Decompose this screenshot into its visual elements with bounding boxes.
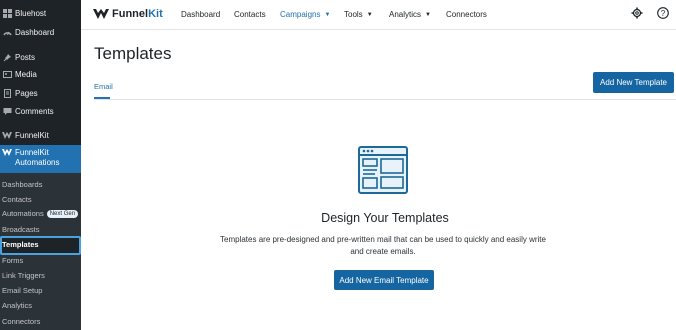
sidebar-active-line1: FunnelKit [15,148,49,157]
empty-state-title: Design Your Templates [321,211,449,225]
sidebar-active-label: FunnelKit Automations [2,148,59,168]
nav-label: Contacts [234,10,266,19]
nav-label: Connectors [446,10,487,19]
sidebar-item-posts[interactable]: Posts [0,49,81,65]
top-navigation: Funnel Kit Dashboard Contacts Campaigns ▼… [81,0,676,30]
gear-icon[interactable] [630,6,644,20]
sidebar-item-media[interactable]: Media [0,66,81,82]
funnelkit-logo[interactable]: Funnel Kit [93,8,163,20]
submenu-item-contacts[interactable]: Contacts [2,195,32,204]
sidebar-item-label: Posts [15,52,36,62]
funnelkit-icon [2,130,12,140]
submenu-label: Contacts [2,195,32,204]
bluehost-icon [2,8,12,18]
nav-analytics[interactable]: Analytics ▼ [389,10,431,19]
nav-label: Tools [344,10,363,19]
submenu-label: Email Setup [2,286,43,295]
add-new-email-template-button[interactable]: Add New Email Template [334,270,434,290]
submenu-item-link-triggers[interactable]: Link Triggers [2,271,45,280]
add-new-template-button[interactable]: Add New Template [593,72,674,93]
submenu-item-connectors[interactable]: Connectors [2,317,40,326]
sidebar-item-bluehost[interactable]: Bluehost [0,5,81,21]
submenu-item-forms[interactable]: Forms [2,256,23,265]
sidebar-item-label: Dashboard [15,27,55,37]
tabs-divider [94,99,676,100]
pin-icon [2,52,12,62]
dashboard-icon [2,27,12,37]
nav-connectors[interactable]: Connectors [446,10,487,19]
submenu-item-email-setup[interactable]: Email Setup [2,286,42,295]
nav-label: Campaigns [280,10,321,19]
logo-text-kit: Kit [148,8,163,20]
template-illustration-icon [358,146,408,194]
page-title: Templates [94,44,172,63]
chevron-down-icon: ▼ [366,11,373,18]
chevron-down-icon: ▼ [324,11,331,18]
help-icon[interactable]: ? [656,6,670,20]
submenu-label: Connectors [2,317,41,326]
svg-text:?: ? [661,9,666,18]
sidebar-item-funnelkit[interactable]: FunnelKit [0,127,81,143]
nav-tools[interactable]: Tools ▼ [344,10,373,19]
funnelkit-logo-icon [93,9,109,19]
logo-text-funnel: Funnel [112,8,149,20]
chevron-down-icon: ▼ [425,11,431,18]
submenu-item-dashboards[interactable]: Dashboards [2,180,42,189]
sidebar-item-dashboard[interactable]: Dashboard [0,24,81,40]
nav-campaigns[interactable]: Campaigns ▼ [280,10,330,19]
sidebar-item-label: Comments [15,106,54,116]
submenu-label: Dashboards [2,180,43,189]
submenu-item-analytics[interactable]: Analytics [2,301,32,310]
sidebar-item-label: Pages [15,88,38,98]
sidebar-item-label: Bluehost [15,8,47,18]
nav-dashboard[interactable]: Dashboard [181,10,220,19]
sidebar-active-line2: Automations [15,158,60,167]
pages-icon [2,88,12,98]
submenu-item-templates[interactable]: Templates [2,240,39,249]
submenu-label: Forms [2,256,24,265]
media-icon [2,69,12,79]
funnelkit-icon [2,148,12,158]
nav-label: Dashboard [181,10,221,19]
nav-label: Analytics [389,10,422,19]
comments-icon [2,106,12,116]
sidebar-item-label: Media [15,69,37,79]
submenu-label: Broadcasts [2,225,40,234]
nav-contacts[interactable]: Contacts [234,10,266,19]
sidebar-item-pages[interactable]: Pages [0,85,81,101]
submenu-label: Analytics [2,301,33,310]
tab-email[interactable]: Email [94,82,113,91]
empty-state-description: Templates are pre-designed and pre-writt… [220,235,546,256]
submenu-item-broadcasts[interactable]: Broadcasts [2,225,40,234]
sidebar-item-label: FunnelKit [15,130,49,140]
sidebar-item-comments[interactable]: Comments [0,103,81,119]
admin-sidebar: Bluehost Dashboard Posts Media Pages Com… [0,0,81,330]
submenu-label: Link Triggers [2,271,45,280]
submenu-label: Templates [2,240,39,249]
